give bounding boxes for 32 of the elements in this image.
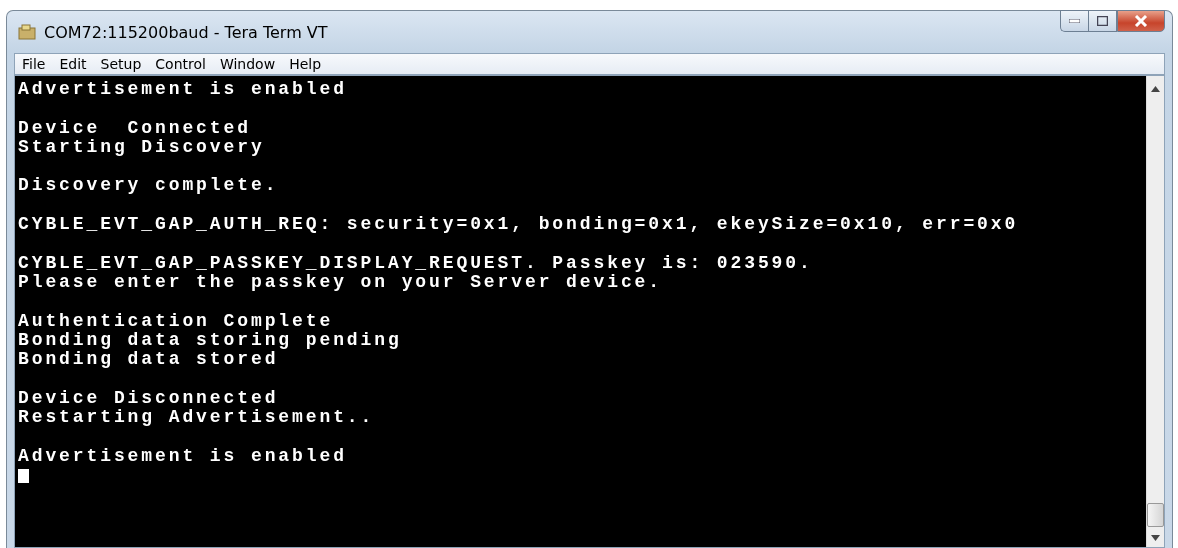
window-title: COM72:115200baud - Tera Term VT xyxy=(44,22,328,42)
menu-item[interactable]: Help xyxy=(282,56,329,72)
menu-item[interactable]: Control xyxy=(148,56,213,72)
menu-item[interactable]: Edit xyxy=(52,56,94,72)
terminal-line: CYBLE_EVT_GAP_PASSKEY_DISPLAY_REQUEST. Passkey is: 023590. xyxy=(18,253,813,273)
cursor xyxy=(18,468,29,483)
close-icon xyxy=(1134,15,1148,27)
scroll-thumb[interactable] xyxy=(1147,503,1164,527)
terminal-line: Restarting Advertisement.. xyxy=(18,408,375,428)
terminal-line: CYBLE_EVT_GAP_AUTH_REQ: security=0x1, bonding=0x1, ekeySize=0x10, err=0x0 xyxy=(18,215,1019,235)
menu-item[interactable]: Window xyxy=(212,56,283,72)
terminal-line: Discovery complete. xyxy=(18,176,279,196)
maximize-icon xyxy=(1097,16,1108,26)
scroll-up-icon[interactable] xyxy=(1151,86,1160,92)
terminal-line: Bonding data storing pending xyxy=(18,330,402,351)
terminal-line: Advertisement is enabled xyxy=(18,80,347,100)
terminal-line: Starting Discovery xyxy=(18,137,265,158)
terminal-line: Device Connected xyxy=(18,118,251,138)
minimize-button[interactable] xyxy=(1060,10,1088,32)
terminal-line: Please enter the passkey on your Server device. xyxy=(18,272,662,293)
terminal-line: Authentication Complete xyxy=(18,311,334,331)
maximize-button[interactable] xyxy=(1088,10,1117,32)
terminal-line: Advertisement is enabled xyxy=(18,446,347,466)
terminal-line: Device Disconnected xyxy=(18,388,279,409)
minimize-icon xyxy=(1069,19,1080,23)
app-icon xyxy=(18,24,36,40)
menu-item[interactable]: Setup xyxy=(93,56,149,72)
scroll-down-icon[interactable] xyxy=(1151,535,1160,541)
menu-item[interactable]: File xyxy=(15,56,53,72)
close-button[interactable] xyxy=(1117,10,1165,32)
scrollbar[interactable] xyxy=(1146,76,1164,547)
terminal-line: Bonding data stored xyxy=(18,350,279,370)
